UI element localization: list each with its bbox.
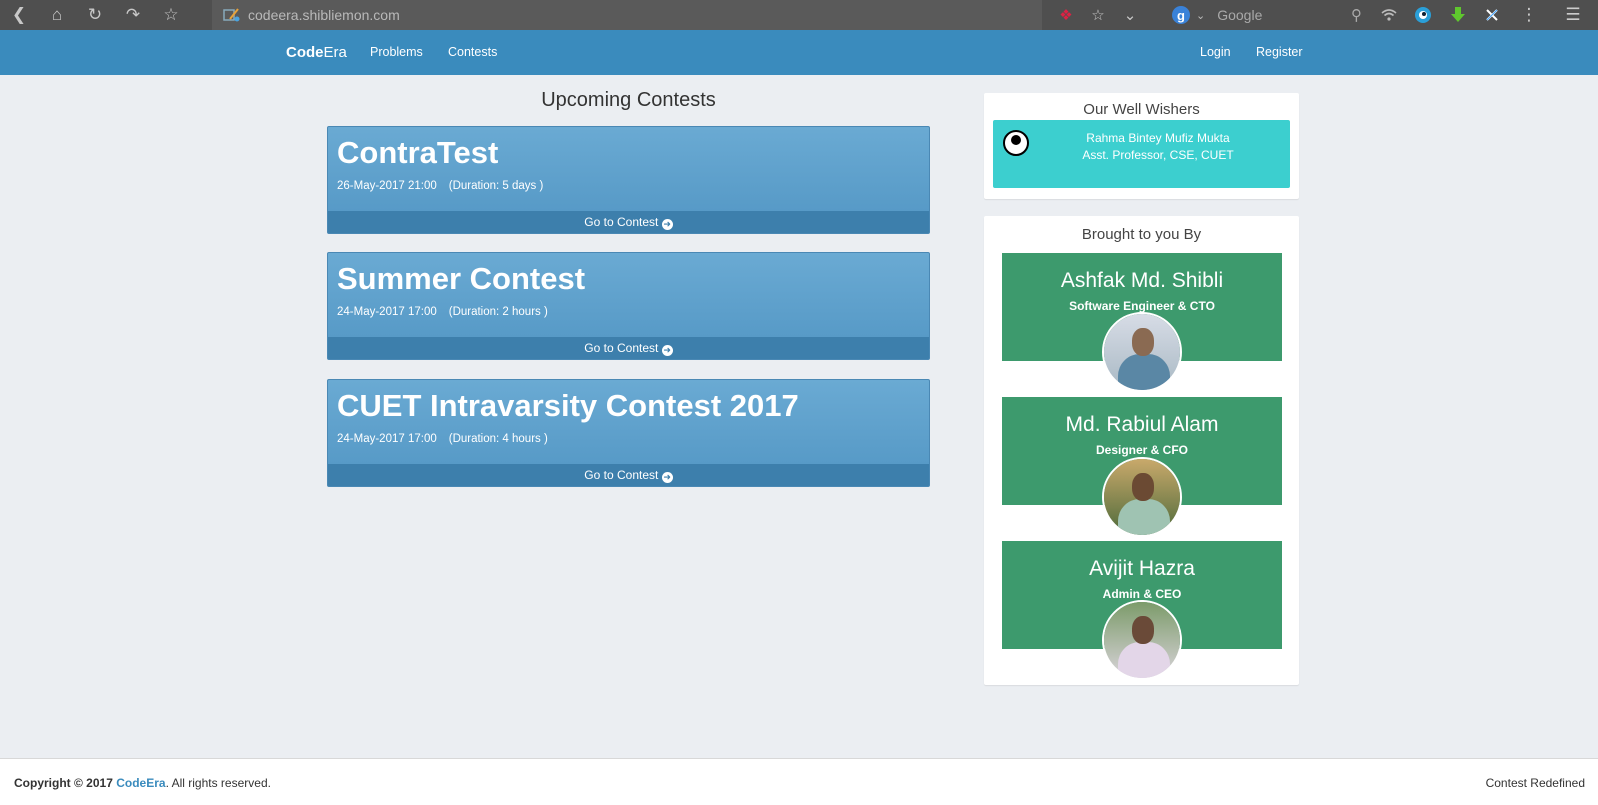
member-name: Avijit Hazra xyxy=(1089,557,1195,580)
contest-name: ContraTest xyxy=(337,135,499,170)
member-role: Designer & CFO xyxy=(1095,443,1188,457)
brand-bold: Code xyxy=(286,44,324,61)
site-navbar: CodeEra Problems Contests Login Register xyxy=(0,30,1598,75)
more-vertical-icon[interactable]: ⋮ xyxy=(1514,0,1544,30)
search-placeholder: Google xyxy=(1217,7,1263,23)
contest-duration: (Duration: 5 days ) xyxy=(448,180,544,192)
footer-brand-link[interactable]: CodeEra xyxy=(116,776,165,790)
contest-card: Summer Contest 24-May-2017 17:00 (Duratio… xyxy=(327,252,930,360)
back-icon[interactable]: ❮ xyxy=(0,0,38,30)
contest-meta: 24-May-2017 17:00 (Duration: 2 hours ) xyxy=(337,306,548,318)
well-wisher-card: Rahma Bintey Mufiz Mukta Asst. Professor… xyxy=(993,120,1290,188)
user-avatar-icon xyxy=(1003,130,1029,156)
contest-meta: 26-May-2017 21:00 (Duration: 5 days ) xyxy=(337,180,543,192)
copyright-prefix: Copyright © 2017 xyxy=(14,776,113,790)
contest-date: 24-May-2017 17:00 xyxy=(337,433,437,445)
reload-icon[interactable]: ↻ xyxy=(76,0,114,30)
url-text: codeera.shibliemon.com xyxy=(248,7,400,23)
home-icon[interactable]: ⌂ xyxy=(38,0,76,30)
contest-meta: 24-May-2017 17:00 (Duration: 4 hours ) xyxy=(337,433,548,445)
extension-globe-icon[interactable] xyxy=(1408,0,1438,30)
contest-duration: (Duration: 4 hours ) xyxy=(448,433,548,445)
browser-toolbar: ❮ ⌂ ↻ ↷ ☆ codeera.shibliemon.com ❖ ☆ ⌄ g… xyxy=(0,0,1598,30)
go-to-contest-button[interactable]: Go to Contest ➜ xyxy=(328,211,929,233)
member-role: Software Engineer & CTO xyxy=(1069,299,1215,313)
go-to-contest-button[interactable]: Go to Contest ➜ xyxy=(328,337,929,359)
forward-icon[interactable]: ↷ xyxy=(114,0,152,30)
brand-rest: Era xyxy=(323,44,347,61)
site-footer: Copyright © 2017 CodeEra. All rights res… xyxy=(0,758,1598,805)
member-name: Md. Rabiul Alam xyxy=(1065,413,1219,436)
favorite-star-icon[interactable]: ☆ xyxy=(1082,0,1114,30)
google-engine-icon[interactable]: g xyxy=(1172,6,1190,24)
copyright-suffix: . All rights reserved. xyxy=(165,776,271,790)
menu-icon[interactable]: ☰ xyxy=(1558,0,1588,30)
avatar xyxy=(1102,457,1182,537)
member-name: Ashfak Md. Shibli xyxy=(1060,269,1224,292)
close-extension-icon[interactable] xyxy=(1477,0,1507,30)
nav-register[interactable]: Register xyxy=(1256,45,1303,59)
contest-name: CUET Intravarsity Contest 2017 xyxy=(337,388,799,423)
address-bar[interactable]: codeera.shibliemon.com xyxy=(212,0,1042,30)
download-icon[interactable] xyxy=(1443,0,1473,30)
search-icon[interactable]: ⚲ xyxy=(1351,6,1362,24)
well-wisher-info: Rahma Bintey Mufiz Mukta Asst. Professor… xyxy=(1033,130,1283,164)
go-to-contest-label: Go to Contest xyxy=(584,468,659,482)
chevron-down-icon[interactable]: ⌄ xyxy=(1114,0,1146,30)
well-wishers-title: Our Well Wishers xyxy=(1083,101,1200,118)
team-panel: Brought to you By Ashfak Md. Shibli Soft… xyxy=(984,216,1299,685)
engine-dropdown-icon[interactable]: ⌄ xyxy=(1196,9,1205,22)
contest-name: Summer Contest xyxy=(337,261,586,296)
team-title: Brought to you By xyxy=(1081,226,1202,243)
well-wisher-name: Rahma Bintey Mufiz Mukta xyxy=(1086,131,1230,145)
arrow-circle-right-icon: ➜ xyxy=(661,345,673,356)
brand-logo[interactable]: CodeEra xyxy=(286,44,347,61)
contest-date: 24-May-2017 17:00 xyxy=(337,306,437,318)
nav-problems[interactable]: Problems xyxy=(370,45,423,59)
avatar xyxy=(1102,600,1182,680)
nav-login[interactable]: Login xyxy=(1200,45,1231,59)
nav-contests[interactable]: Contests xyxy=(448,45,497,59)
tagline: Contest Redefined xyxy=(1485,776,1585,790)
page-title: Upcoming Contests xyxy=(541,89,716,111)
well-wisher-role: Asst. Professor, CSE, CUET xyxy=(1082,148,1234,162)
contest-card: ContraTest 26-May-2017 21:00 (Duration: 5… xyxy=(327,126,930,234)
wifi-icon[interactable] xyxy=(1374,0,1404,30)
bookmark-star-icon[interactable]: ☆ xyxy=(152,0,190,30)
go-to-contest-label: Go to Contest xyxy=(584,215,659,229)
go-to-contest-label: Go to Contest xyxy=(584,341,659,355)
contest-date: 26-May-2017 21:00 xyxy=(337,180,437,192)
reader-icon[interactable]: ❖ xyxy=(1050,0,1082,30)
copyright: Copyright © 2017 CodeEra. All rights res… xyxy=(14,776,271,790)
go-to-contest-button[interactable]: Go to Contest ➜ xyxy=(328,464,929,486)
site-favicon-icon xyxy=(222,7,242,23)
well-wishers-panel: Our Well Wishers Rahma Bintey Mufiz Mukt… xyxy=(984,93,1299,199)
member-role: Admin & CEO xyxy=(1102,587,1182,601)
arrow-circle-right-icon: ➜ xyxy=(661,219,673,230)
contest-duration: (Duration: 2 hours ) xyxy=(448,306,548,318)
search-box[interactable]: g ⌄ Google ⚲ xyxy=(1172,0,1362,30)
contest-card: CUET Intravarsity Contest 2017 24-May-20… xyxy=(327,379,930,487)
avatar xyxy=(1102,312,1182,392)
arrow-circle-right-icon: ➜ xyxy=(661,472,673,483)
